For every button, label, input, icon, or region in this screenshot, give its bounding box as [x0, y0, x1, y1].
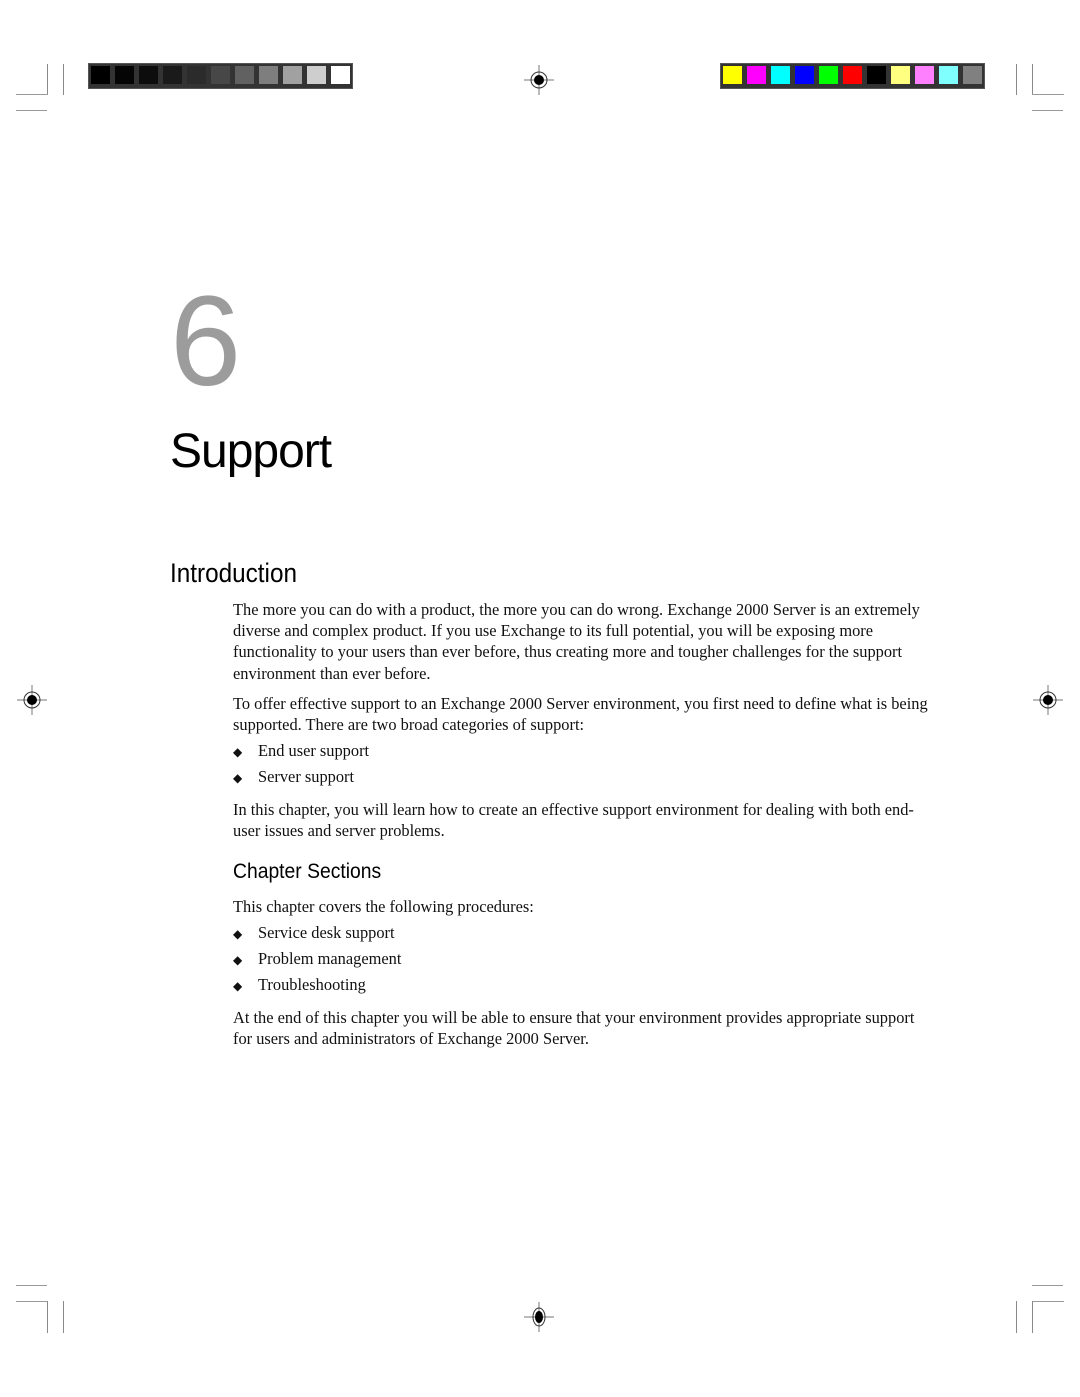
chapter-title: Support	[170, 425, 332, 478]
calibration-swatch	[114, 65, 135, 85]
calibration-swatch	[794, 65, 815, 85]
crop-mark-top-right-horizontal	[1032, 94, 1064, 95]
calibration-swatch	[962, 65, 983, 85]
calibration-swatch	[234, 65, 255, 85]
chapter-sections-closing: At the end of this chapter you will be a…	[233, 1008, 915, 1049]
calibration-swatch	[258, 65, 279, 85]
crop-mark-bottom-left-outer	[47, 1301, 48, 1333]
crop-mark-top-left-trim	[16, 110, 47, 111]
chapter-sections-heading: Chapter Sections	[233, 860, 382, 883]
diamond-bullet-icon: ◆	[233, 927, 243, 941]
crop-mark-top-right-outer	[1032, 64, 1033, 95]
calibration-swatch	[306, 65, 327, 85]
calibration-swatch	[842, 65, 863, 85]
chapter-sections-lead: This chapter covers the following proced…	[233, 897, 534, 916]
chapter-number: 6	[170, 270, 242, 413]
crop-mark-bottom-right-inner	[1016, 1301, 1017, 1333]
calibration-swatch	[938, 65, 959, 85]
introduction-paragraph-1: The more you can do with a product, the …	[233, 600, 920, 683]
calibration-swatch	[162, 65, 183, 85]
crop-mark-bottom-right-trim	[1032, 1285, 1063, 1286]
diamond-bullet-icon: ◆	[233, 953, 243, 967]
crop-mark-top-left-horizontal	[16, 94, 48, 95]
crop-mark-bottom-left-inner	[63, 1301, 64, 1333]
introduction-paragraph-2: To offer effective support to an Exchang…	[233, 694, 928, 735]
calibration-swatch	[770, 65, 791, 85]
crop-mark-bottom-right-outer	[1032, 1301, 1033, 1333]
crop-mark-bottom-left-horizontal	[16, 1301, 48, 1302]
crop-mark-bottom-right-horizontal	[1032, 1301, 1064, 1302]
registration-target-icon	[524, 1302, 554, 1332]
diamond-bullet-icon: ◆	[233, 745, 243, 759]
list-item-label: Troubleshooting	[258, 975, 366, 994]
list-item: ◆ Troubleshooting	[233, 975, 366, 996]
calibration-swatch	[210, 65, 231, 85]
calibration-swatch	[746, 65, 767, 85]
list-item-label: Service desk support	[258, 923, 395, 942]
list-item-label: End user support	[258, 741, 370, 760]
calibration-swatch	[866, 65, 887, 85]
calibration-swatch	[890, 65, 911, 85]
calibration-swatch	[914, 65, 935, 85]
grayscale-calibration-bar	[88, 63, 353, 89]
registration-target-icon	[1033, 685, 1063, 715]
color-calibration-bar	[720, 63, 985, 89]
list-item: ◆ End user support	[233, 741, 369, 762]
calibration-swatch	[722, 65, 743, 85]
crop-mark-top-right-trim	[1032, 110, 1063, 111]
introduction-paragraph-3: In this chapter, you will learn how to c…	[233, 800, 914, 841]
list-item: ◆ Problem management	[233, 949, 401, 970]
calibration-swatch	[330, 65, 351, 85]
calibration-swatch	[90, 65, 111, 85]
crop-mark-top-right-inner	[1016, 64, 1017, 95]
crop-mark-top-left-inner	[63, 64, 64, 95]
diamond-bullet-icon: ◆	[233, 979, 243, 993]
calibration-swatch	[138, 65, 159, 85]
crop-mark-bottom-left-trim	[16, 1285, 47, 1286]
registration-target-icon	[17, 685, 47, 715]
list-item: ◆ Service desk support	[233, 923, 395, 944]
list-item-label: Problem management	[258, 949, 402, 968]
calibration-swatch	[186, 65, 207, 85]
calibration-swatch	[282, 65, 303, 85]
crop-mark-top-left-outer	[47, 64, 48, 95]
list-item: ◆ Server support	[233, 767, 354, 788]
registration-target-icon	[524, 65, 554, 95]
diamond-bullet-icon: ◆	[233, 771, 243, 785]
calibration-swatch	[818, 65, 839, 85]
introduction-heading: Introduction	[170, 558, 297, 588]
list-item-label: Server support	[258, 767, 355, 786]
